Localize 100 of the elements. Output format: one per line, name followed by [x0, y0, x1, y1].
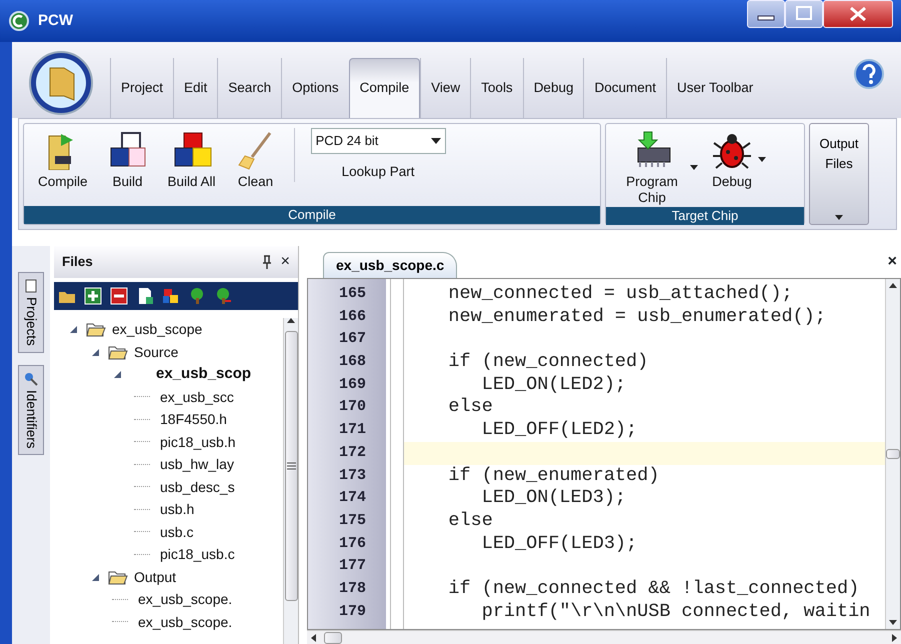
code-line: LED_ON(LED3);	[480, 487, 626, 508]
line-number: 178	[338, 578, 367, 599]
folder-label[interactable]: ex_usb_scope	[110, 318, 202, 340]
file-name[interactable]: pic18_usb.c	[158, 543, 235, 566]
line-number: 177	[338, 556, 367, 576]
scroll-thumb[interactable]	[886, 449, 900, 459]
line-number: 179	[338, 602, 367, 622]
code-line: if (new_enumerated)	[447, 464, 660, 486]
app-menu-icon	[28, 50, 94, 116]
close-button[interactable]: ×	[888, 250, 897, 274]
line-number: 166	[338, 306, 367, 327]
folder-label[interactable]: Output	[132, 566, 176, 588]
code-line: LED_OFF(LED3);	[480, 532, 638, 554]
line-number: 176	[338, 534, 367, 554]
tree-connector	[134, 396, 150, 398]
tree-connector	[134, 554, 150, 555]
tree-connector	[134, 441, 150, 442]
line-number: 173	[338, 466, 367, 486]
open-folder-icon	[108, 568, 128, 585]
file-name[interactable]: ex_usb_scope.	[136, 610, 232, 633]
ribbon-button[interactable]: Compile	[32, 128, 94, 192]
code-line: if (new_connected && !last_connected)	[447, 578, 860, 599]
blocks-icon[interactable]	[162, 287, 180, 305]
ribbon-button[interactable]: Build	[102, 128, 154, 192]
tree-icon[interactable]	[188, 287, 206, 305]
scroll-up-icon	[889, 283, 897, 288]
file-name[interactable]: ex_usb_scc	[158, 386, 234, 408]
new-file-icon[interactable]	[136, 287, 154, 305]
help-icon	[853, 58, 885, 90]
file-name[interactable]: usb_hw_lay	[158, 453, 234, 476]
code-line: else	[447, 396, 493, 418]
ribbon-button[interactable]: Program Chip	[614, 128, 690, 208]
app-icon	[8, 10, 30, 32]
caret-icon	[430, 138, 441, 144]
code-line: LED_OFF(LED2);	[480, 419, 638, 440]
line-number: 174	[338, 488, 367, 508]
tree-connector	[134, 531, 150, 532]
side-tab[interactable]: Identifiers	[18, 364, 44, 456]
output-files-button[interactable]: Output Files	[809, 123, 869, 225]
line-number: 172	[338, 442, 367, 463]
minimize-icon	[758, 16, 774, 20]
close-icon	[850, 6, 866, 22]
file-name[interactable]: usb_desc_s	[158, 476, 235, 498]
close-button[interactable]: ×	[280, 254, 290, 270]
line-number: 165	[338, 284, 367, 304]
scroll-up-icon	[287, 318, 295, 323]
window-title: PCW	[38, 10, 73, 31]
open-folder-icon	[86, 321, 106, 338]
tree-connector	[134, 418, 150, 420]
code-line: LED_ON(LED2);	[480, 374, 626, 395]
file-tab[interactable]: ex_usb_scope.c	[323, 252, 458, 278]
tree-connector	[134, 508, 150, 510]
line-number: 167	[338, 329, 367, 350]
line-number: 175	[338, 510, 367, 531]
line-number: 170	[338, 397, 367, 418]
grip-icon	[286, 462, 296, 470]
group-label: Target Chip	[606, 207, 804, 226]
page-icon	[24, 279, 38, 293]
tree-connector	[112, 598, 128, 600]
code-line: if (new_connected)	[447, 351, 648, 372]
pin-icon	[260, 255, 273, 270]
lookup-part-button[interactable]: Lookup Part	[336, 162, 420, 182]
minimize-button[interactable]	[747, 0, 785, 28]
ribbon-button[interactable]: Clean	[230, 128, 282, 192]
part-dropdown[interactable]: PCD 24 bit	[310, 128, 446, 154]
file-name[interactable]: ex_usb_scope.	[136, 588, 232, 610]
tree-connector	[112, 621, 128, 622]
scroll-thumb[interactable]	[284, 331, 298, 601]
remove-icon[interactable]	[110, 287, 128, 305]
group-label: Compile	[24, 206, 600, 224]
maximize-icon	[796, 6, 812, 20]
scroll-thumb[interactable]	[324, 632, 342, 644]
folder-label[interactable]: Source	[132, 340, 178, 363]
code-line: else	[447, 510, 493, 531]
file-name[interactable]: 18F4550.h	[158, 408, 227, 430]
code-line: new_connected = usb_attached();	[447, 283, 793, 304]
tree-icon[interactable]	[214, 287, 232, 305]
file-name[interactable]: ex_usb_scop	[154, 363, 252, 386]
tree-connector	[134, 464, 150, 465]
line-number: 169	[338, 374, 367, 395]
scroll-down-icon	[889, 620, 897, 625]
ribbon-button[interactable]: Build All	[162, 128, 222, 192]
open-folder-icon	[108, 344, 128, 360]
side-tab[interactable]: Projects	[18, 272, 44, 353]
ribbon-tab[interactable]: Compile	[348, 58, 420, 118]
line-number: 171	[338, 420, 367, 440]
scroll-left-icon	[311, 634, 316, 642]
close-button[interactable]	[823, 0, 893, 28]
code-line: printf("\r\n\nUSB connected, waitin	[480, 600, 870, 622]
line-number: 168	[338, 352, 367, 372]
ribbon-button[interactable]: Debug	[706, 128, 758, 192]
panel-title: Files	[62, 252, 93, 271]
file-name[interactable]: pic18_usb.h	[158, 430, 236, 453]
file-name[interactable]: usb.h	[158, 498, 194, 520]
magnifier-icon	[24, 372, 38, 386]
scroll-right-icon	[892, 634, 897, 642]
tree-connector	[134, 486, 150, 488]
code-line: new_enumerated = usb_enumerated();	[447, 306, 826, 327]
file-name[interactable]: usb.c	[158, 520, 194, 543]
add-icon[interactable]	[84, 287, 102, 305]
